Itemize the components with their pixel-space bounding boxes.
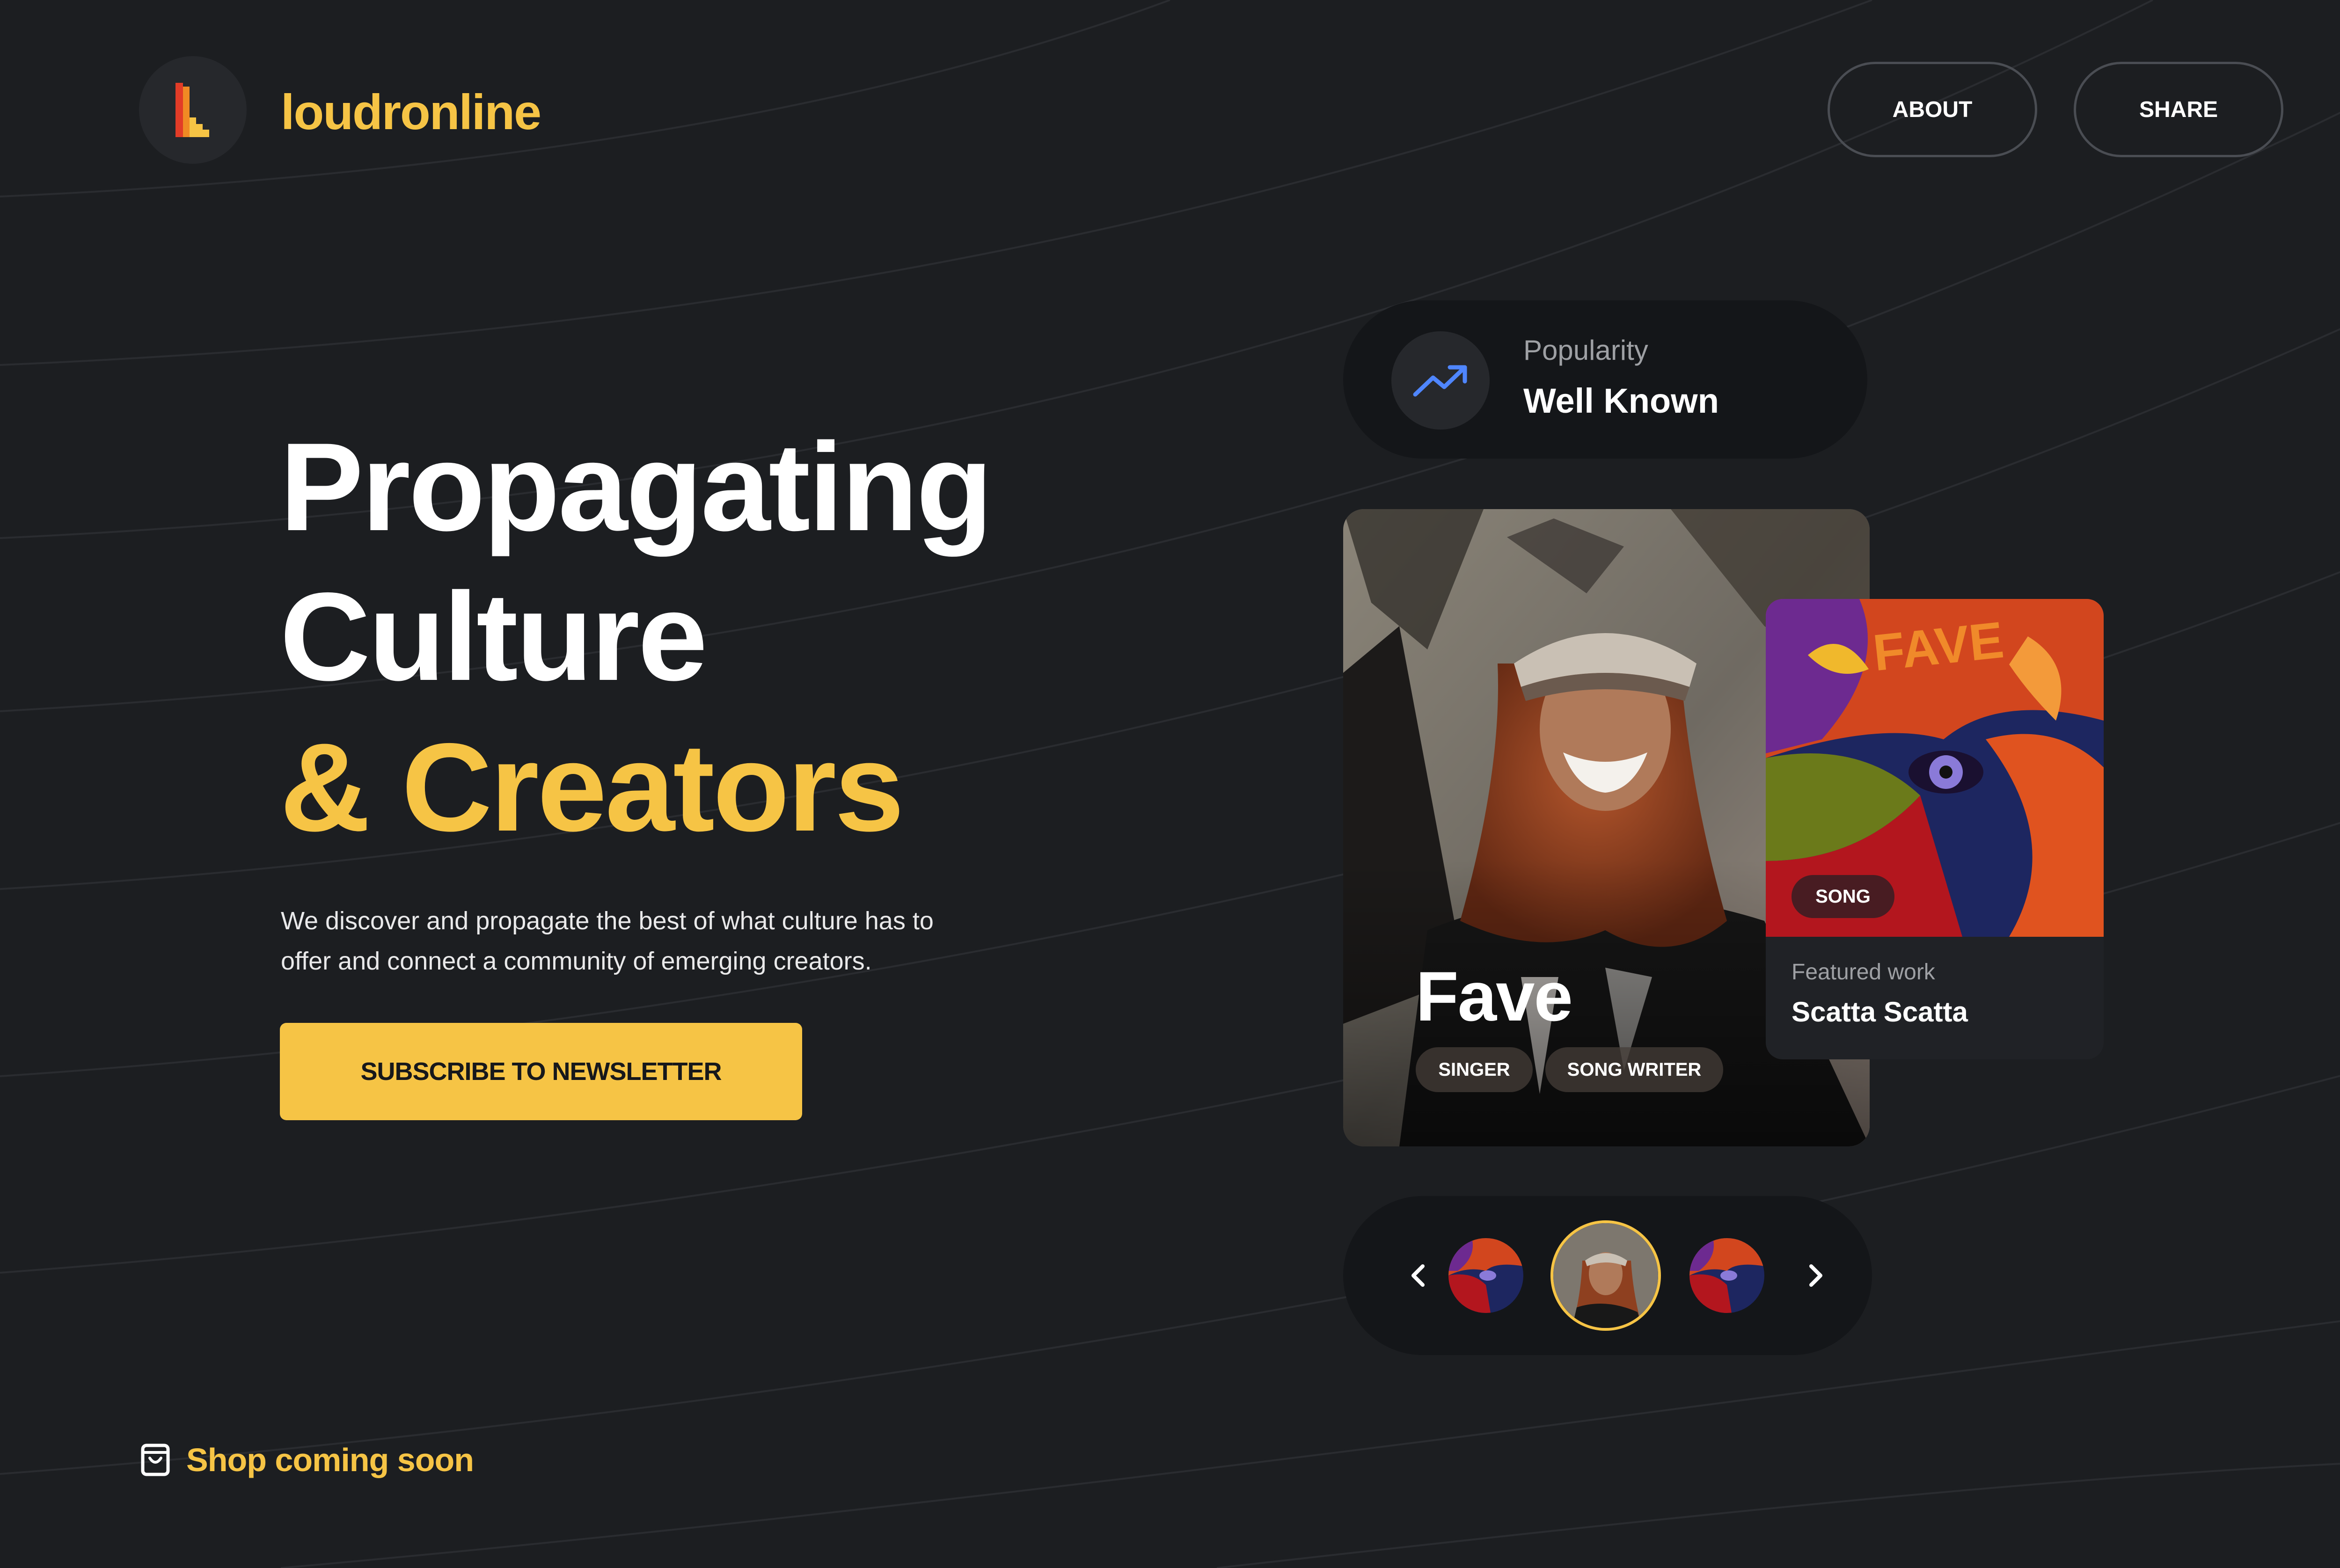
hero-description: We discover and propagate the best of wh… [281, 907, 934, 975]
shop-label: Shop coming soon [186, 1442, 474, 1478]
share-button[interactable]: SHARE [2074, 62, 2283, 157]
tag-singer[interactable]: SINGER [1416, 1047, 1533, 1092]
popularity-card: Popularity Well Known [1343, 300, 1867, 459]
popularity-value: Well Known [1523, 381, 1719, 420]
carousel-thumb-song-1[interactable] [1448, 1238, 1523, 1313]
chevron-left-icon[interactable] [1395, 1252, 1441, 1299]
shopping-bag-icon [141, 1444, 170, 1476]
popularity-label: Popularity [1523, 335, 1648, 366]
hero-title-line-3: & Creators [280, 717, 904, 857]
hero-title-line-1: Propagating [280, 416, 993, 557]
subscribe-newsletter-button[interactable]: SUBSCRIBE TO NEWSLETTER [280, 1023, 802, 1120]
tag-song-writer[interactable]: SONG WRITER [1545, 1047, 1723, 1092]
brand-logo[interactable] [139, 56, 247, 164]
artist-name: Fave [1416, 957, 1573, 1036]
chevron-right-icon[interactable] [1792, 1252, 1839, 1299]
shop-coming-soon-link[interactable]: Shop coming soon [140, 1441, 474, 1479]
carousel-thumb-artist-active[interactable] [1550, 1220, 1661, 1331]
creator-carousel [1343, 1196, 1872, 1355]
brand-name[interactable]: loudronline [281, 82, 541, 143]
featured-song-card[interactable]: FAVE SONG Featured work Scatta Scatta [1766, 599, 2104, 1059]
song-type-badge: SONG [1792, 875, 1894, 918]
hero-title-line-2: Culture [280, 566, 708, 707]
song-title: Scatta Scatta [1792, 996, 1968, 1028]
carousel-thumb-song-2[interactable] [1689, 1238, 1764, 1313]
featured-work-label: Featured work [1792, 960, 1935, 985]
trending-up-icon [1391, 331, 1490, 430]
about-button[interactable]: ABOUT [1828, 62, 2037, 157]
stair-bars-logo-icon [176, 83, 209, 137]
